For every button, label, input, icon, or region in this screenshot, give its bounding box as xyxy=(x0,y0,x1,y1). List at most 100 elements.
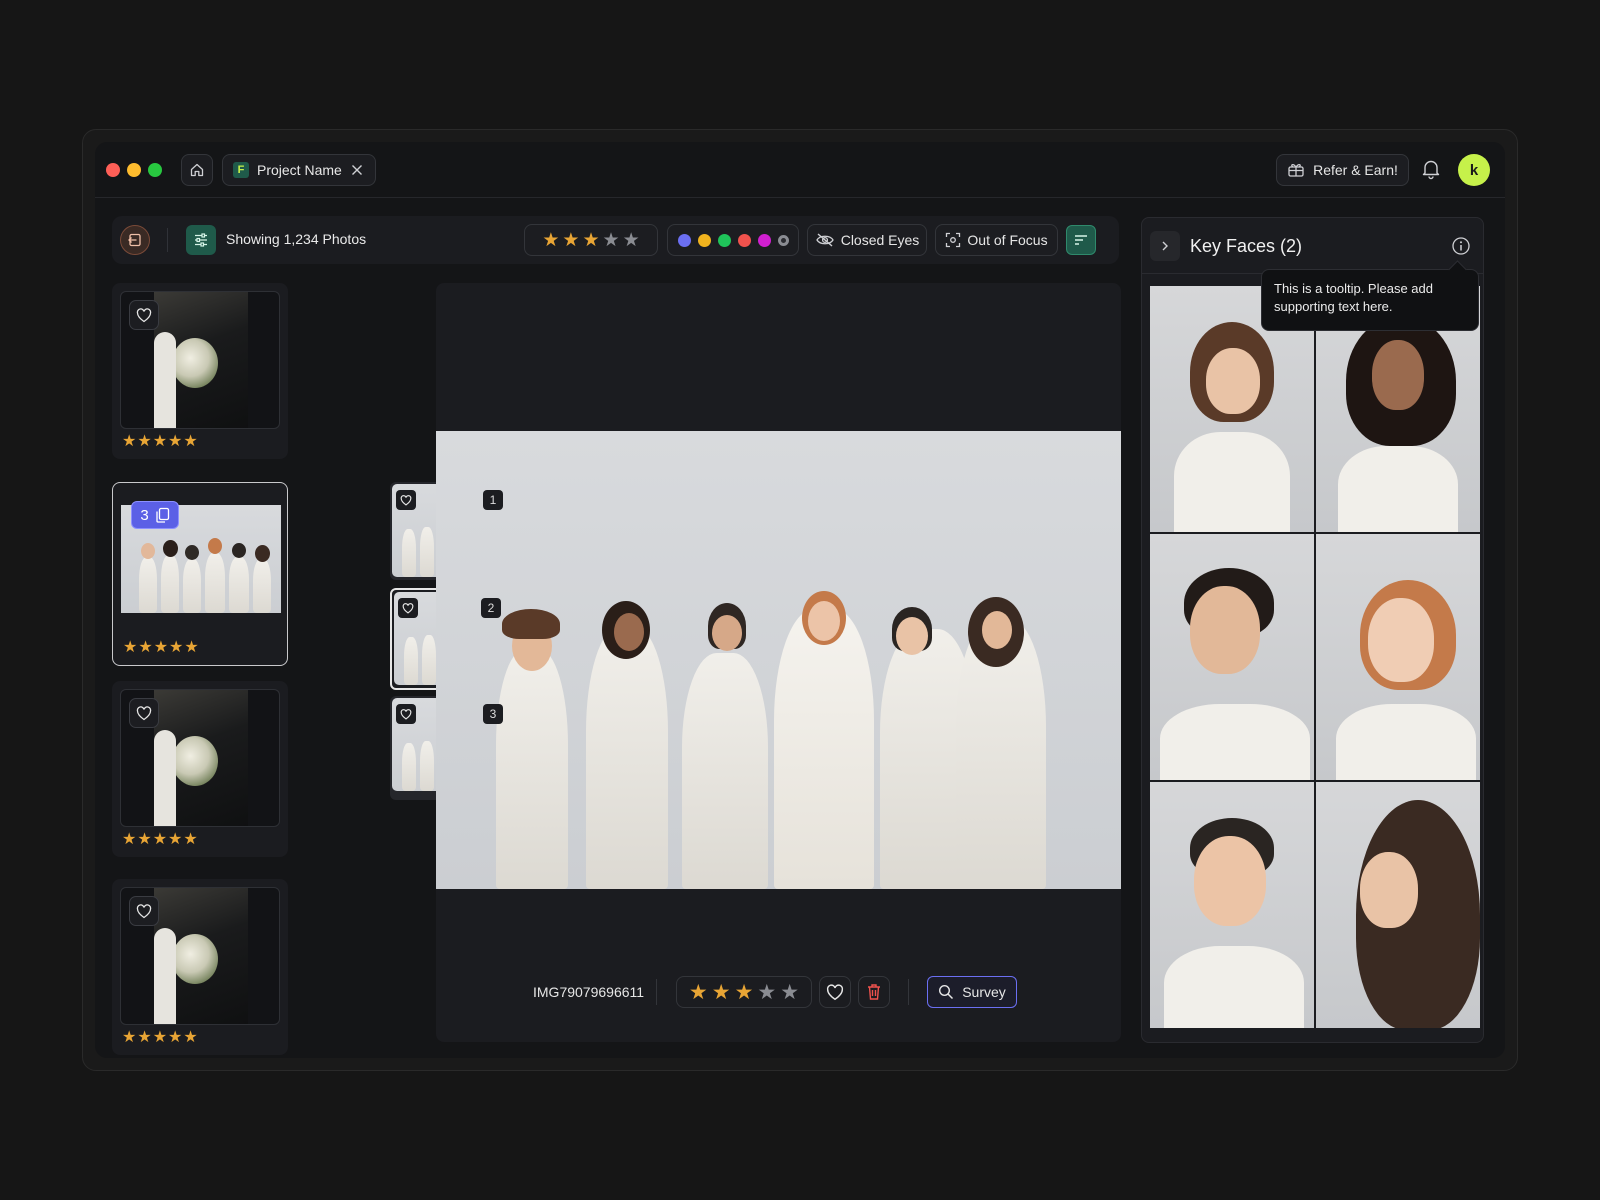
eye-off-icon xyxy=(815,233,834,247)
close-icon[interactable] xyxy=(349,162,365,178)
avatar-initial: k xyxy=(1469,161,1479,179)
focus-icon xyxy=(946,232,961,248)
favorite-button[interactable] xyxy=(129,698,159,728)
closed-eyes-filter[interactable]: Closed Eyes xyxy=(807,224,927,256)
photo-thumbnail[interactable] xyxy=(120,887,280,1025)
tab-label: Project Name xyxy=(257,162,342,178)
photo-rating: ★★★★★ xyxy=(122,1029,199,1046)
photo-card[interactable]: ★★★★★ xyxy=(112,879,288,1055)
sliders-icon xyxy=(195,233,207,247)
gift-icon xyxy=(1288,164,1304,177)
star-icon[interactable]: ★ xyxy=(562,231,579,250)
home-icon xyxy=(190,163,204,177)
delete-button[interactable] xyxy=(858,976,890,1008)
stack-count-badge[interactable]: 3 xyxy=(131,501,179,529)
window-maximize-button[interactable] xyxy=(148,163,162,177)
photo-image xyxy=(154,292,248,428)
star-icon[interactable]: ★ xyxy=(780,982,799,1003)
photo-image xyxy=(154,690,248,826)
photo-thumbnail[interactable] xyxy=(120,689,280,827)
star-icon[interactable]: ★ xyxy=(542,231,559,250)
refer-label: Refer & Earn! xyxy=(1313,162,1398,178)
heart-icon xyxy=(826,983,844,1000)
photo-card[interactable]: ★★★★★ xyxy=(112,681,288,857)
photo-rating: ★★★★★ xyxy=(122,831,199,848)
stack-count: 3 xyxy=(140,506,149,524)
home-button[interactable] xyxy=(181,154,213,186)
stack-icon xyxy=(156,507,169,523)
exit-button[interactable] xyxy=(120,225,150,255)
out-of-focus-label: Out of Focus xyxy=(967,232,1048,248)
filter-settings-button[interactable] xyxy=(186,225,216,255)
color-label-purple[interactable] xyxy=(677,233,691,247)
exit-icon xyxy=(128,233,141,247)
tooltip: This is a tooltip. Please add supporting… xyxy=(1261,269,1479,331)
face-thumbnail[interactable] xyxy=(1316,782,1480,1028)
color-label-yellow[interactable] xyxy=(697,233,711,247)
photo-filename: IMG79079696611 xyxy=(533,984,645,1000)
window-close-button[interactable] xyxy=(106,163,120,177)
refer-earn-button[interactable]: Refer & Earn! xyxy=(1276,154,1409,186)
star-icon[interactable]: ★ xyxy=(689,982,708,1003)
closed-eyes-label: Closed Eyes xyxy=(840,232,920,248)
photo-viewer: IMG79079696611 ★ ★ ★ ★ ★ Survey xyxy=(436,283,1121,1042)
photo-card-stack[interactable]: 3 ★★★★★ xyxy=(112,482,288,666)
favorite-button[interactable] xyxy=(396,704,416,724)
search-icon xyxy=(939,984,954,1000)
photo-card[interactable]: ★★★★★ xyxy=(112,283,288,459)
favorite-button[interactable] xyxy=(396,490,416,510)
collapse-panel-button[interactable] xyxy=(1150,231,1180,261)
photo-thumbnail[interactable] xyxy=(120,291,280,429)
heart-icon xyxy=(400,708,412,720)
favorite-button[interactable] xyxy=(819,976,851,1008)
favorite-button[interactable] xyxy=(129,300,159,330)
face-thumbnail[interactable] xyxy=(1150,534,1314,780)
face-thumbnail[interactable] xyxy=(1316,534,1480,780)
favorite-button[interactable] xyxy=(398,598,418,618)
photo-image xyxy=(154,888,248,1024)
color-label-red[interactable] xyxy=(737,233,751,247)
face-thumbnail[interactable] xyxy=(1150,782,1314,1028)
main-photo[interactable] xyxy=(436,431,1121,889)
out-of-focus-filter[interactable]: Out of Focus xyxy=(935,224,1058,256)
star-icon[interactable]: ★ xyxy=(712,982,731,1003)
photo-rating-control[interactable]: ★ ★ ★ ★ ★ xyxy=(676,976,812,1008)
rating-filter[interactable]: ★ ★ ★ ★ ★ xyxy=(524,224,658,256)
bell-icon[interactable] xyxy=(1421,158,1441,180)
key-faces-header: Key Faces (2) xyxy=(1142,218,1483,274)
star-icon[interactable]: ★ xyxy=(603,231,620,250)
survey-button[interactable]: Survey xyxy=(927,976,1017,1008)
heart-icon xyxy=(402,602,414,614)
project-logo-icon: F xyxy=(233,162,249,178)
star-icon[interactable]: ★ xyxy=(582,231,599,250)
photo-rating: ★★★★★ xyxy=(122,433,199,450)
heart-icon xyxy=(136,705,152,720)
app-window: F Project Name Refer & Earn! k Showing 1… xyxy=(95,142,1505,1058)
star-icon[interactable]: ★ xyxy=(623,231,640,250)
color-label-none[interactable] xyxy=(777,234,789,246)
tab-project[interactable]: F Project Name xyxy=(222,154,376,186)
color-label-green[interactable] xyxy=(717,233,731,247)
info-icon[interactable] xyxy=(1451,236,1471,256)
photo-rating: ★★★★★ xyxy=(123,639,200,656)
stack-item-number: 1 xyxy=(483,490,503,510)
window-minimize-button[interactable] xyxy=(127,163,141,177)
survey-label: Survey xyxy=(962,984,1006,1000)
divider xyxy=(656,979,657,1005)
heart-icon xyxy=(136,903,152,918)
chevron-right-icon xyxy=(1162,241,1168,251)
color-label-magenta[interactable] xyxy=(757,233,771,247)
divider xyxy=(908,979,909,1005)
avatar[interactable]: k xyxy=(1458,154,1490,186)
toolbar-divider xyxy=(167,228,168,252)
favorite-button[interactable] xyxy=(129,896,159,926)
star-icon[interactable]: ★ xyxy=(735,982,754,1003)
sort-button[interactable] xyxy=(1066,225,1096,255)
star-icon[interactable]: ★ xyxy=(757,982,776,1003)
trash-icon xyxy=(868,984,880,1000)
key-faces-panel: Key Faces (2) xyxy=(1141,217,1484,1043)
filter-toolbar: Showing 1,234 Photos ★ ★ ★ ★ ★ Closed Ey… xyxy=(112,216,1119,264)
title-bar: F Project Name Refer & Earn! k xyxy=(95,142,1505,198)
heart-icon xyxy=(136,307,152,322)
color-label-filter[interactable] xyxy=(667,224,799,256)
